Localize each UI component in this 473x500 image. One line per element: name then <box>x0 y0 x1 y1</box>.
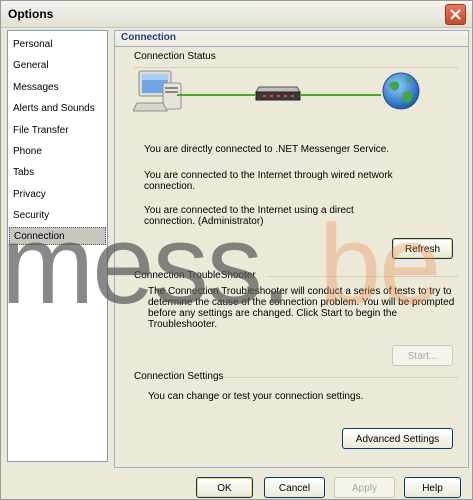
globe-icon <box>382 72 420 110</box>
troubleshooter-heading: Connection TroubleShooter <box>134 270 256 281</box>
sidebar-item-security[interactable]: Security <box>9 207 106 225</box>
sidebar-item-file-transfer[interactable]: File Transfer <box>9 122 106 140</box>
connection-status-heading: Connection Status <box>134 51 216 62</box>
close-button[interactable] <box>445 4 466 25</box>
computer-icon <box>133 70 182 112</box>
link-line-2 <box>301 94 381 96</box>
settings-separator <box>223 377 458 378</box>
panel-title: Connection <box>121 32 176 43</box>
window-title: Options <box>8 7 54 21</box>
start-button[interactable]: Start... <box>392 345 453 366</box>
status-separator <box>134 67 458 68</box>
sidebar-item-tabs[interactable]: Tabs <box>9 164 106 182</box>
close-icon <box>450 9 461 20</box>
apply-button[interactable]: Apply <box>334 477 395 498</box>
router-icon <box>255 86 301 101</box>
ok-button[interactable]: OK <box>196 477 253 498</box>
advanced-settings-button[interactable]: Advanced Settings <box>342 428 453 449</box>
sidebar-item-personal[interactable]: Personal <box>9 36 106 54</box>
status-line-messenger: You are directly connected to .NET Messe… <box>144 144 390 155</box>
panel-header: Connection <box>115 31 468 47</box>
sidebar-item-general[interactable]: General <box>9 57 106 75</box>
sidebar-item-alerts-and-sounds[interactable]: Alerts and Sounds <box>9 100 106 118</box>
status-line-direct: You are connected to the Internet using … <box>144 205 354 227</box>
sidebar-item-connection[interactable]: Connection <box>9 227 106 245</box>
options-window: Options Personal General Messages Alerts… <box>0 0 473 500</box>
connection-panel: Connection Connection Status You are dir… <box>114 30 469 468</box>
sidebar-item-messages[interactable]: Messages <box>9 79 106 97</box>
troubleshooter-separator <box>268 276 458 277</box>
sidebar-item-privacy[interactable]: Privacy <box>9 186 106 204</box>
settings-description: You can change or test your connection s… <box>148 391 364 402</box>
troubleshooter-description: The Connection Troubleshooter will condu… <box>148 286 455 330</box>
title-bar[interactable]: Options <box>1 1 472 28</box>
refresh-button[interactable]: Refresh <box>392 238 453 259</box>
sidebar-item-phone[interactable]: Phone <box>9 143 106 161</box>
cancel-button[interactable]: Cancel <box>264 477 325 498</box>
sidebar: Personal General Messages Alerts and Sou… <box>7 30 108 462</box>
help-button[interactable]: Help <box>404 477 461 498</box>
link-line-1 <box>177 94 255 96</box>
connection-settings-heading: Connection Settings <box>134 371 224 382</box>
status-line-internet-wired: You are connected to the Internet throug… <box>144 170 393 192</box>
